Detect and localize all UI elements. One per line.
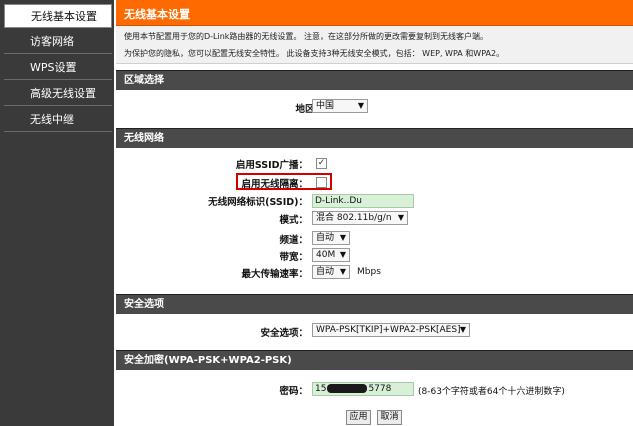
sidebar-item-advanced-wireless[interactable]: 高级无线设置 bbox=[4, 82, 112, 106]
sidebar-item-wps[interactable]: WPS设置 bbox=[4, 56, 112, 80]
security-select[interactable]: WPA-PSK[TKIP]+WPA2-PSK[AES] ▼ bbox=[312, 323, 470, 337]
chevron-down-icon: ▼ bbox=[339, 250, 346, 259]
chevron-down-icon: ▼ bbox=[357, 101, 364, 110]
security-section-title: 安全选项 bbox=[116, 294, 633, 314]
password-suffix: 5778 bbox=[368, 384, 392, 394]
sidebar-item-label: 无线基本设置 bbox=[31, 10, 97, 23]
max-rate-select-value: 自动 bbox=[316, 267, 335, 277]
bandwidth-select[interactable]: 40M ▼ bbox=[312, 248, 350, 262]
bandwidth-select-value: 40M bbox=[316, 250, 336, 260]
apply-button[interactable]: 应用 bbox=[346, 410, 371, 425]
page-title: 无线基本设置 bbox=[124, 8, 190, 21]
sidebar-item-label: 无线中继 bbox=[30, 113, 74, 126]
region-section: 地区： 中国 ▼ bbox=[116, 90, 633, 126]
password-hint: (8-63个字符或者64个十六进制数字) bbox=[418, 387, 565, 397]
sidebar-item-label: 高级无线设置 bbox=[30, 87, 96, 100]
ssid-broadcast-checkbox[interactable]: ✓ bbox=[316, 158, 327, 169]
cancel-button[interactable]: 取消 bbox=[377, 410, 402, 425]
password-prefix: 15 bbox=[315, 384, 327, 394]
intro-text-line2: 为保护您的隐私，您可以配置无线安全特性。 此设备支持3种无线安全模式，包括： W… bbox=[124, 49, 505, 58]
encryption-section: 密码： 15 5778 (8-63个字符或者64个十六进制数字) bbox=[116, 370, 633, 408]
wireless-section: 启用SSID广播： ✓ 启用无线隔离： 无线网络标识(SSID)： D-Link… bbox=[116, 148, 633, 288]
intro-text-line1: 使用本节配置用于您的D-Link路由器的无线设置。 注意，在这部分所做的更改需要… bbox=[124, 32, 488, 41]
encryption-section-title: 安全加密(WPA-PSK+WPA2-PSK) bbox=[116, 350, 633, 370]
wireless-section-title: 无线网络 bbox=[116, 128, 633, 148]
chevron-down-icon: ▼ bbox=[459, 325, 466, 334]
sidebar-item-guest-network[interactable]: 访客网络 bbox=[4, 30, 112, 54]
channel-label: 频道： bbox=[279, 235, 308, 246]
mode-label: 模式： bbox=[279, 215, 308, 226]
security-select-value: WPA-PSK[TKIP]+WPA2-PSK[AES] bbox=[316, 325, 461, 335]
region-select[interactable]: 中国 ▼ bbox=[312, 99, 368, 113]
region-select-value: 中国 bbox=[316, 101, 335, 111]
security-label: 安全选项： bbox=[260, 328, 308, 339]
password-input[interactable]: 15 5778 bbox=[312, 382, 414, 396]
ssid-input[interactable]: D-Link..Du bbox=[312, 194, 414, 208]
isolation-checkbox[interactable] bbox=[316, 177, 327, 188]
max-rate-unit: Mbps bbox=[357, 267, 381, 277]
bandwidth-label: 带宽： bbox=[279, 252, 308, 263]
main-content: 无线基本设置 使用本节配置用于您的D-Link路由器的无线设置。 注意，在这部分… bbox=[116, 0, 633, 426]
ssid-label: 无线网络标识(SSID)： bbox=[208, 197, 308, 208]
security-section: 安全选项： WPA-PSK[TKIP]+WPA2-PSK[AES] ▼ bbox=[116, 314, 633, 348]
max-rate-label: 最大传输速率： bbox=[241, 269, 308, 280]
channel-select-value: 自动 bbox=[316, 233, 335, 243]
sidebar-item-label: WPS设置 bbox=[30, 61, 77, 74]
intro-panel: 使用本节配置用于您的D-Link路由器的无线设置。 注意，在这部分所做的更改需要… bbox=[116, 26, 633, 64]
sidebar-item-wireless-basic[interactable]: 无线基本设置 bbox=[4, 4, 112, 28]
ssid-input-value: D-Link..Du bbox=[315, 196, 362, 206]
redaction-blur bbox=[327, 384, 368, 393]
page-header: 无线基本设置 bbox=[116, 0, 633, 26]
region-section-title: 区域选择 bbox=[116, 70, 633, 90]
max-rate-select[interactable]: 自动 ▼ bbox=[312, 265, 350, 279]
isolation-label: 启用无线隔离： bbox=[241, 179, 308, 190]
sidebar-item-label: 访客网络 bbox=[30, 35, 74, 48]
chevron-down-icon: ▼ bbox=[339, 233, 346, 242]
sidebar: 无线基本设置 访客网络 WPS设置 高级无线设置 无线中继 bbox=[0, 0, 114, 426]
chevron-down-icon: ▼ bbox=[397, 213, 404, 222]
channel-select[interactable]: 自动 ▼ bbox=[312, 231, 350, 245]
ssid-broadcast-label: 启用SSID广播： bbox=[235, 160, 308, 171]
mode-select-value: 混合 802.11b/g/n bbox=[316, 213, 392, 223]
mode-select[interactable]: 混合 802.11b/g/n ▼ bbox=[312, 211, 408, 225]
password-label: 密码： bbox=[279, 386, 308, 397]
chevron-down-icon: ▼ bbox=[339, 267, 346, 276]
sidebar-item-wireless-repeater[interactable]: 无线中继 bbox=[4, 108, 112, 132]
